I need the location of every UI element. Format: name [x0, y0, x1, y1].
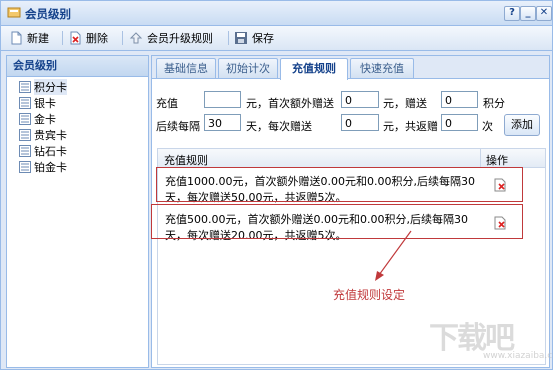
new-button[interactable]: 新建 — [9, 29, 49, 47]
sidebar-item-diamond-card[interactable]: 钻石卡 — [19, 143, 67, 159]
gift-points-input[interactable]: 0 — [441, 91, 478, 108]
highlight-box — [151, 204, 523, 239]
delete-icon — [70, 31, 81, 45]
each-gift-label: 天，每次赠送 — [246, 120, 312, 133]
title-bar: 会员级别 ? _ ✕ — [1, 1, 552, 26]
sidebar-item-platinum-card[interactable]: 铂金卡 — [19, 159, 67, 175]
recharge-amount-input[interactable] — [204, 91, 241, 108]
list-icon — [19, 81, 31, 93]
sidebar-panel: 会员级别 积分卡 银卡 金卡 贵宾卡 钻石卡 铂金卡 — [6, 55, 149, 368]
member-level-window: 会员级别 ? _ ✕ 新建 删除 会员升级规则 保存 会员级别 积分卡 银卡 金… — [0, 0, 553, 370]
sidebar-item-vip-card[interactable]: 贵宾卡 — [19, 127, 67, 143]
total-return-label: 元，共返赠 — [383, 120, 438, 133]
delete-label: 删除 — [86, 32, 108, 45]
list-icon — [19, 161, 31, 173]
sidebar-item-label: 钻石卡 — [34, 145, 67, 158]
tab-recharge-rules[interactable]: 充值规则 — [280, 58, 348, 80]
upgrade-rules-button[interactable]: 会员升级规则 — [129, 29, 213, 47]
tab-quick-recharge[interactable]: 快速充值 — [350, 58, 414, 78]
after-every-label: 后续每隔 — [156, 120, 200, 133]
list-icon — [19, 145, 31, 157]
add-button[interactable]: 添加 — [504, 114, 540, 136]
toolbar-separator — [228, 31, 229, 45]
return-times-input[interactable]: 0 — [441, 114, 478, 131]
tab-basic-info[interactable]: 基础信息 — [156, 58, 216, 78]
column-header-rule: 充值规则 — [164, 154, 208, 167]
new-label: 新建 — [27, 32, 49, 45]
sidebar-header: 会员级别 — [7, 56, 148, 77]
toolbar-separator — [122, 31, 123, 45]
sidebar-item-label: 银卡 — [34, 97, 56, 110]
sidebar-item-points-card[interactable]: 积分卡 — [19, 79, 67, 95]
app-icon — [7, 7, 21, 18]
interval-days-input[interactable]: 30 — [204, 114, 241, 131]
highlight-box — [156, 167, 523, 202]
annotation-arrow — [375, 230, 412, 281]
upgrade-icon — [129, 32, 143, 44]
new-document-icon — [11, 31, 22, 45]
column-header-action: 操作 — [486, 154, 508, 167]
sidebar-item-silver-card[interactable]: 银卡 — [19, 95, 56, 111]
points-label: 积分 — [483, 97, 505, 110]
each-gift-input[interactable]: 0 — [341, 114, 379, 131]
sidebar-item-label: 积分卡 — [34, 79, 67, 95]
sidebar-item-gold-card[interactable]: 金卡 — [19, 111, 56, 127]
list-icon — [19, 129, 31, 141]
gift-label: 元，赠送 — [383, 97, 427, 110]
minimize-button[interactable]: _ — [520, 6, 536, 21]
sidebar-item-label: 贵宾卡 — [34, 129, 67, 142]
save-button[interactable]: 保存 — [234, 29, 274, 47]
toolbar-separator — [62, 31, 63, 45]
window-title: 会员级别 — [25, 7, 71, 21]
tab-initial-count[interactable]: 初始计次 — [218, 58, 278, 78]
watermark-url: www.xiazaiba.com — [483, 351, 553, 361]
upgrade-label: 会员升级规则 — [147, 32, 213, 45]
first-extra-label: 元，首次额外赠送 — [246, 97, 334, 110]
save-icon — [235, 32, 247, 44]
help-button[interactable]: ? — [504, 6, 520, 21]
annotation-label: 充值规则设定 — [333, 288, 406, 302]
list-icon — [19, 97, 31, 109]
toolbar: 新建 删除 会员升级规则 保存 — [1, 26, 552, 51]
tab-strip: 基础信息 初始计次 充值规则 快速充值 — [152, 56, 549, 80]
recharge-label: 充值 — [156, 97, 178, 110]
first-extra-input[interactable]: 0 — [341, 91, 379, 108]
list-icon — [19, 113, 31, 125]
times-label: 次 — [482, 120, 493, 133]
column-divider — [480, 149, 481, 167]
sidebar-item-label: 金卡 — [34, 113, 56, 126]
grid-header: 充值规则 操作 — [158, 149, 545, 168]
close-button[interactable]: ✕ — [536, 6, 552, 21]
delete-button[interactable]: 删除 — [68, 29, 108, 47]
sidebar-item-label: 铂金卡 — [34, 161, 67, 174]
save-label: 保存 — [252, 32, 274, 45]
